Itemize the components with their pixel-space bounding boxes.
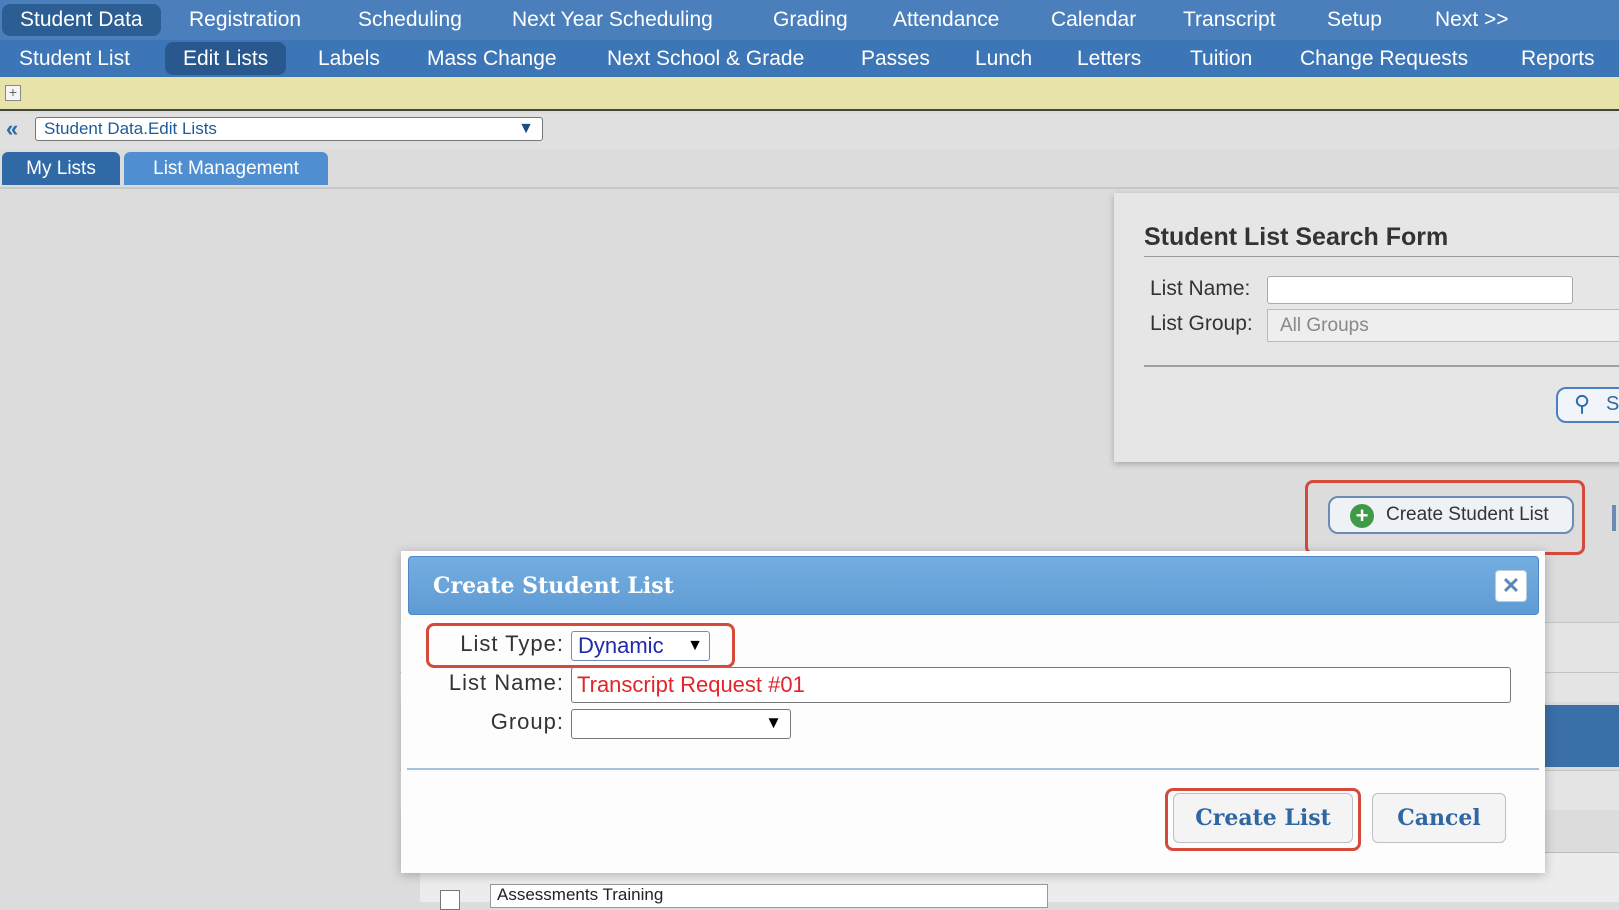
tab-list-management[interactable]: List Management [124,152,328,185]
sub-nav-reports[interactable]: Reports [1521,40,1595,77]
plus-circle-icon: + [1350,504,1374,528]
sub-nav: Student List Edit Lists Labels Mass Chan… [0,40,1619,77]
list-name-label: List Name: [448,670,564,695]
tab-my-lists[interactable]: My Lists [2,152,120,185]
top-nav-grading[interactable]: Grading [773,0,848,40]
create-list-button[interactable]: Create List [1173,793,1353,843]
top-nav-registration[interactable]: Registration [189,0,301,40]
page-select[interactable]: Student Data.Edit Lists ▼ [35,117,543,141]
sub-nav-labels[interactable]: Labels [318,40,380,77]
sub-nav-edit-lists[interactable]: Edit Lists [165,42,287,75]
list-type-select[interactable]: Dynamic ▼ [571,631,710,661]
chevron-down-icon: ▼ [687,637,703,654]
search-icon: ⚲ [1574,391,1591,416]
sub-nav-student-list[interactable]: Student List [19,40,130,77]
double-chevron-left-icon[interactable]: « [6,116,18,142]
sub-nav-mass-change[interactable]: Mass Change [427,40,557,77]
list-name-label: List Name: [1150,277,1251,300]
chevron-down-icon: ▼ [518,120,534,137]
row-name-field[interactable]: Assessments Training [490,884,1048,908]
search-form-divider [1144,365,1619,367]
top-nav-attendance[interactable]: Attendance [893,0,999,40]
sub-nav-tuition[interactable]: Tuition [1190,40,1252,77]
search-button-label: S [1606,393,1619,415]
cancel-button[interactable]: Cancel [1372,793,1506,843]
search-form-title: Student List Search Form [1144,223,1449,251]
student-list-search-form: Student List Search Form List Name: List… [1114,193,1619,462]
utility-bar: + [0,77,1619,111]
chevron-down-icon: ▼ [765,713,782,732]
sub-nav-lunch[interactable]: Lunch [975,40,1032,77]
tab-bar: My Lists List Management [0,152,1619,189]
dialog-divider [407,768,1539,770]
breadcrumb: « Student Data.Edit Lists ▼ [0,113,1619,149]
sub-nav-letters[interactable]: Letters [1077,40,1141,77]
list-name-search-input[interactable] [1267,276,1573,304]
list-group-label: List Group: [1150,312,1253,335]
create-student-list-button[interactable]: + Create Student List [1328,496,1574,534]
group-label: Group: [490,709,564,734]
top-nav-next-year-scheduling[interactable]: Next Year Scheduling [512,0,713,40]
list-type-value: Dynamic [578,633,664,658]
top-nav-student-data[interactable]: Student Data [2,4,161,36]
search-button[interactable]: ⚲ S [1556,387,1619,423]
top-nav-next[interactable]: Next >> [1435,0,1509,40]
dialog-header: Create Student List ✕ [408,556,1539,615]
sub-nav-passes[interactable]: Passes [861,40,930,77]
create-student-list-label: Create Student List [1386,504,1549,525]
top-nav-setup[interactable]: Setup [1327,0,1382,40]
dialog-title: Create Student List [433,573,674,599]
list-group-select[interactable]: All Groups [1267,309,1619,342]
top-nav-calendar[interactable]: Calendar [1051,0,1136,40]
top-nav: Student Data Registration Scheduling Nex… [0,0,1619,40]
group-select[interactable]: ▼ [571,709,791,739]
search-title-divider [1144,256,1619,257]
row-checkbox[interactable] [440,890,460,910]
close-icon[interactable]: ✕ [1495,570,1527,602]
sub-nav-next-school-grade[interactable]: Next School & Grade [607,40,804,77]
sub-nav-change-requests[interactable]: Change Requests [1300,40,1468,77]
expand-icon[interactable]: + [5,85,21,101]
partial-button-edge [1612,505,1616,531]
top-nav-transcript[interactable]: Transcript [1183,0,1276,40]
page-select-value: Student Data.Edit Lists [44,119,217,138]
list-type-label: List Type: [460,631,564,656]
top-nav-scheduling[interactable]: Scheduling [358,0,462,40]
list-name-input[interactable]: Transcript Request #01 [571,667,1511,703]
